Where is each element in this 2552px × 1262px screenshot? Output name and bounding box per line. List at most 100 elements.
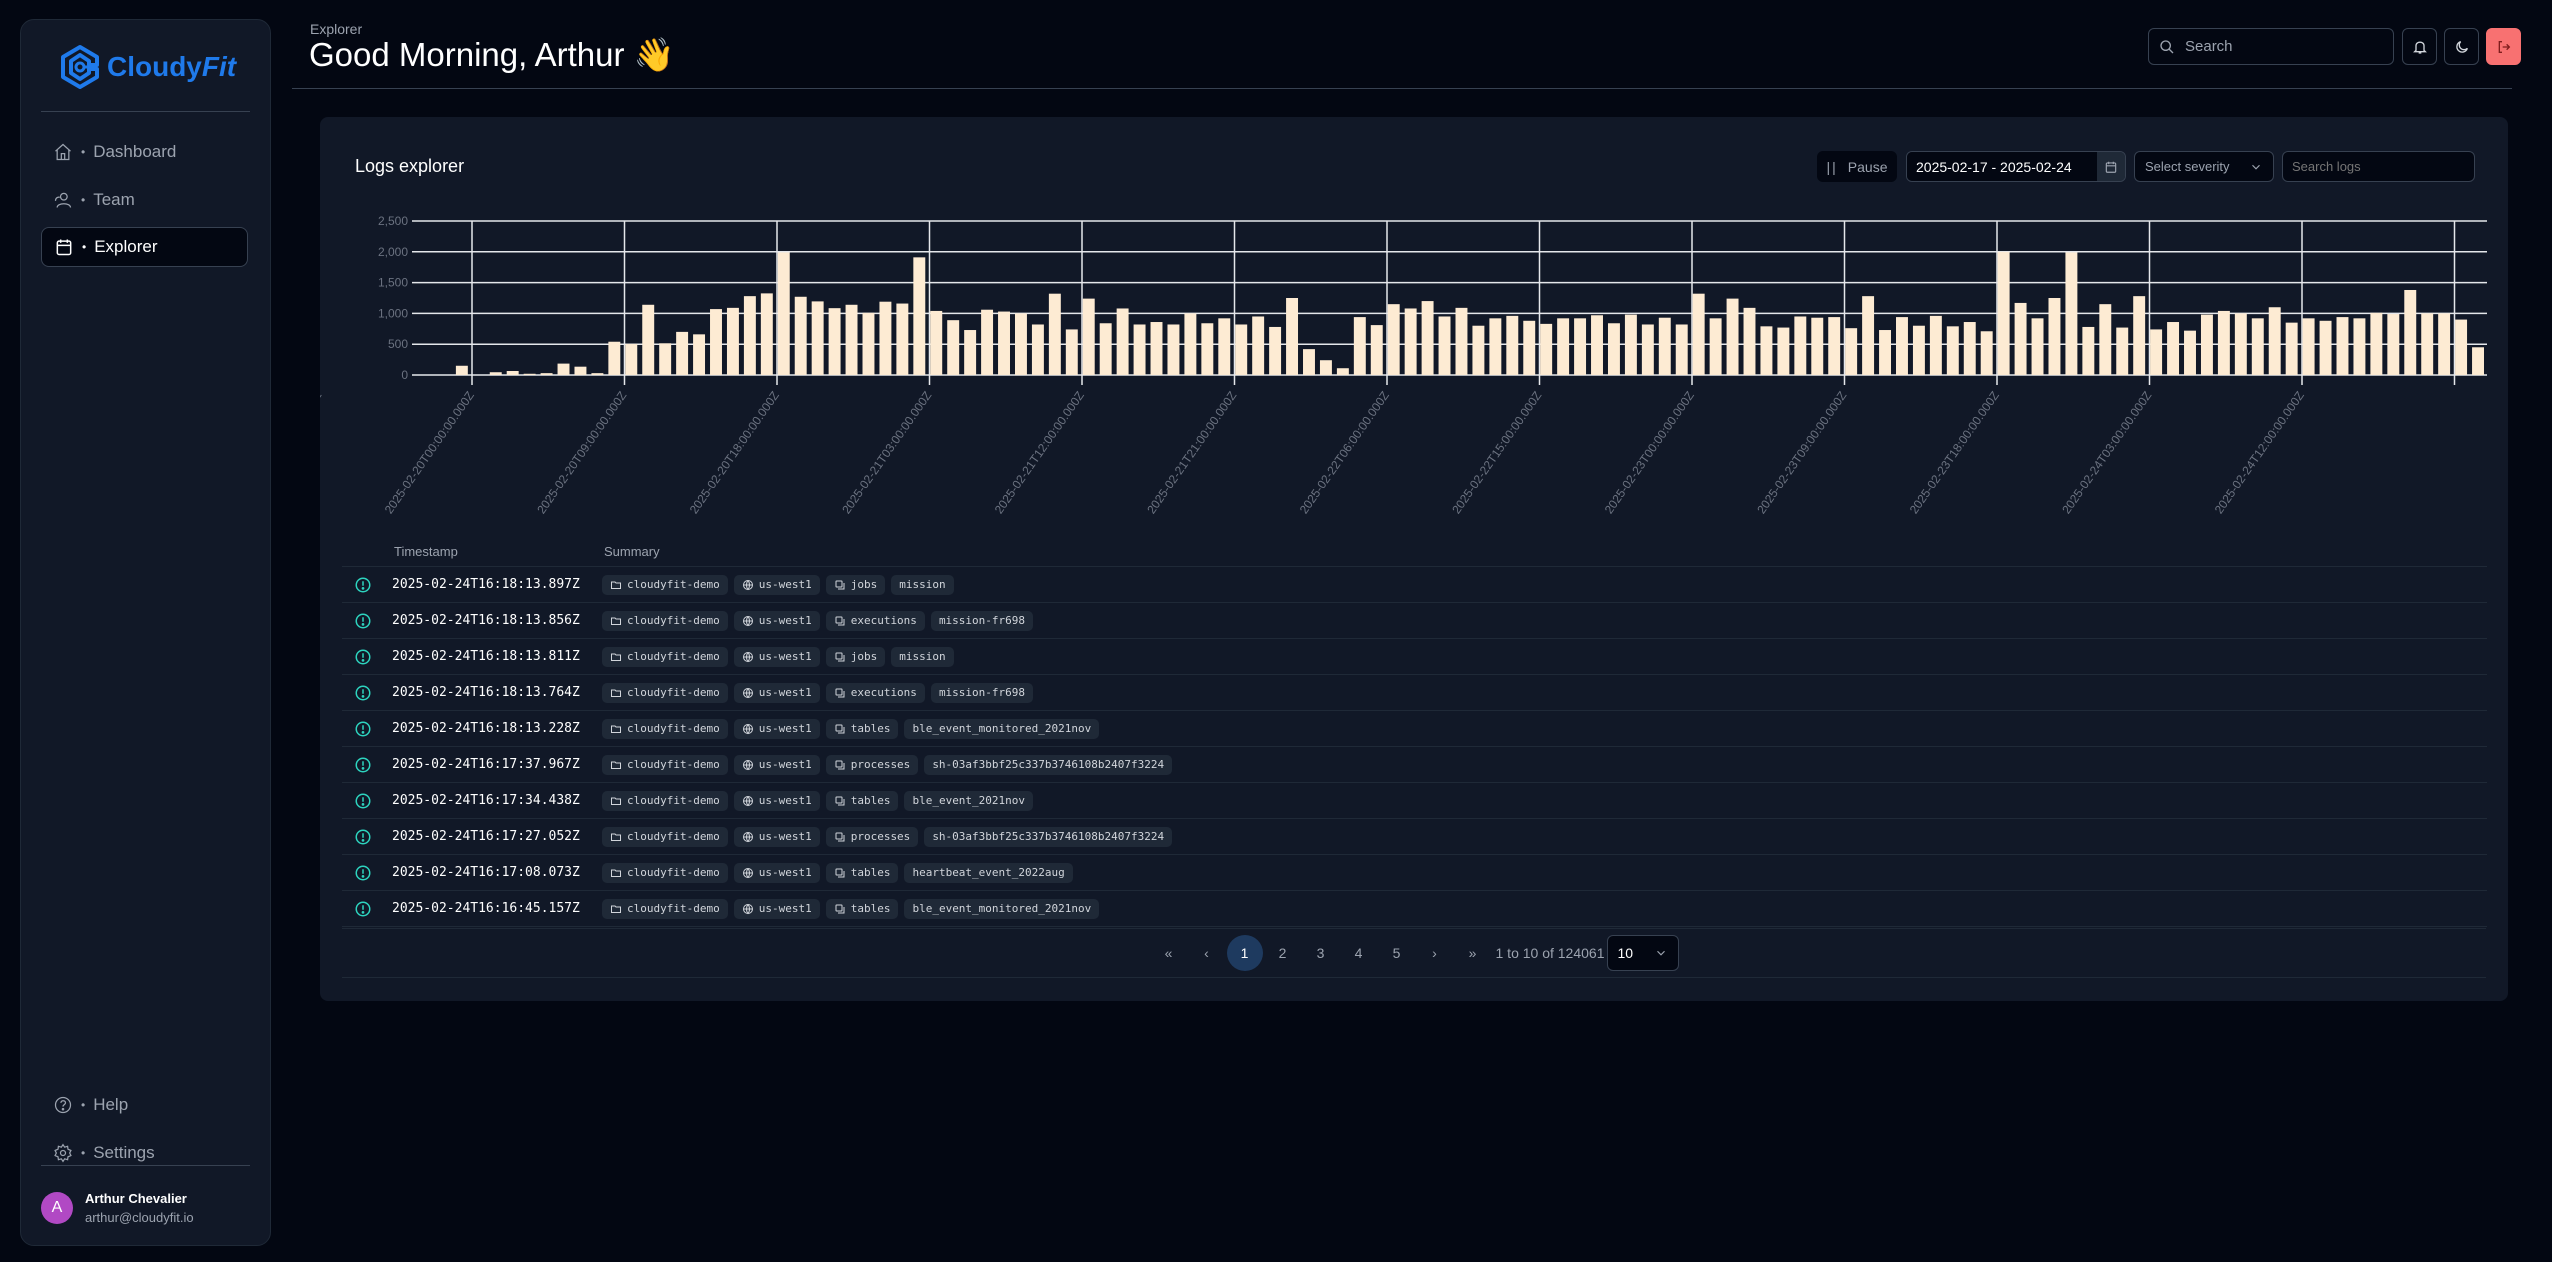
logo[interactable]: CloudyFit	[59, 44, 236, 90]
type-tag[interactable]: tables	[825, 790, 899, 811]
region-tag[interactable]: us-west1	[733, 754, 820, 775]
histogram-bar	[710, 309, 722, 375]
tag-label: us-west1	[758, 614, 812, 627]
x-tick-label: 2025-02-23T18:00:00.000Z	[1907, 389, 2002, 517]
project-tag[interactable]: cloudyfit-demo	[602, 574, 728, 595]
project-tag[interactable]: cloudyfit-demo	[602, 718, 728, 739]
table-row[interactable]: 2025-02-24T16:17:27.052Z cloudyfit-demo us…	[342, 819, 2487, 855]
table-row[interactable]: 2025-02-24T16:17:34.438Z cloudyfit-demo us…	[342, 783, 2487, 819]
histogram-bar	[947, 320, 960, 375]
region-tag[interactable]: us-west1	[733, 826, 820, 847]
table-row[interactable]: 2025-02-24T16:18:13.811Z cloudyfit-demo us…	[342, 639, 2487, 675]
histogram-bar	[1218, 318, 1231, 375]
type-tag[interactable]: jobs	[825, 646, 886, 667]
first-page-button[interactable]: «	[1151, 935, 1187, 971]
last-page-button[interactable]: »	[1455, 935, 1491, 971]
type-tag[interactable]: executions	[825, 682, 925, 703]
type-tag[interactable]: jobs	[825, 574, 886, 595]
globe-icon	[742, 723, 753, 734]
table-row[interactable]: 2025-02-24T16:16:45.157Z cloudyfit-demo us…	[342, 891, 2487, 927]
page-button-3[interactable]: 3	[1303, 935, 1339, 971]
table-row[interactable]: 2025-02-24T16:18:13.897Z cloudyfit-demo us…	[342, 567, 2487, 603]
type-tag[interactable]: tables	[825, 862, 899, 883]
column-header-summary[interactable]: Summary	[604, 544, 660, 559]
notifications-button[interactable]	[2402, 28, 2437, 65]
page-button-2[interactable]: 2	[1265, 935, 1301, 971]
resource-name-tag[interactable]: ble_event_monitored_2021nov	[904, 718, 1100, 739]
resource-name-tag[interactable]: heartbeat_event_2022aug	[904, 862, 1073, 883]
result-count: 1 to 10 of 124061	[1495, 945, 1605, 961]
project-tag[interactable]: cloudyfit-demo	[602, 790, 728, 811]
type-tag[interactable]: tables	[825, 718, 899, 739]
page-size-select[interactable]: 10	[1606, 935, 1679, 971]
project-tag[interactable]: cloudyfit-demo	[602, 610, 728, 631]
x-tick-label: 2025-02-20T09:00:00.000Z	[534, 389, 629, 517]
prev-page-button[interactable]: ‹	[1189, 935, 1225, 971]
sidebar-item-team[interactable]: • Team	[41, 180, 248, 220]
tag-label: jobs	[850, 650, 878, 663]
region-tag[interactable]: us-west1	[733, 682, 820, 703]
histogram-bar	[1014, 313, 1027, 375]
histogram-bar	[523, 373, 536, 375]
resource-name-tag[interactable]: mission-fr698	[930, 610, 1034, 631]
region-tag[interactable]: us-west1	[733, 610, 820, 631]
logo-text: CloudyFit	[107, 51, 236, 83]
logs-explorer-card: Logs explorer || Pause 2025-02-17 - 2025…	[320, 117, 2508, 1001]
sidebar-item-settings[interactable]: • Settings	[41, 1133, 248, 1173]
histogram-bar	[913, 257, 926, 375]
project-tag[interactable]: cloudyfit-demo	[602, 826, 728, 847]
resource-name-tag[interactable]: mission	[891, 574, 954, 595]
histogram-bar	[1438, 316, 1451, 375]
sidebar-item-dashboard[interactable]: • Dashboard	[41, 132, 248, 172]
column-header-timestamp[interactable]: Timestamp	[394, 544, 604, 559]
resource-name-tag[interactable]: mission	[891, 646, 954, 667]
resource-name-tag[interactable]: sh-03af3bbf25c337b3746108b2407f3224	[924, 826, 1173, 847]
type-tag[interactable]: executions	[825, 610, 925, 631]
page-button-1[interactable]: 1	[1226, 935, 1263, 971]
page-button-5[interactable]: 5	[1379, 935, 1415, 971]
project-tag[interactable]: cloudyfit-demo	[602, 682, 728, 703]
sidebar-item-explorer[interactable]: • Explorer	[41, 227, 248, 267]
user-profile[interactable]: A Arthur Chevalier arthur@cloudyfit.io	[41, 1191, 194, 1225]
table-row[interactable]: 2025-02-24T16:18:13.228Z cloudyfit-demo us…	[342, 711, 2487, 747]
table-row[interactable]: 2025-02-24T16:17:37.967Z cloudyfit-demo us…	[342, 747, 2487, 783]
histogram-bar	[1404, 308, 1417, 375]
histogram-bar	[828, 308, 841, 375]
table-row[interactable]: 2025-02-24T16:18:13.764Z cloudyfit-demo us…	[342, 675, 2487, 711]
type-tag[interactable]: processes	[825, 754, 919, 775]
region-tag[interactable]: us-west1	[733, 718, 820, 739]
table-row[interactable]: 2025-02-24T16:18:13.856Z cloudyfit-demo us…	[342, 603, 2487, 639]
type-tag[interactable]: tables	[825, 898, 899, 919]
tag-label: cloudyfit-demo	[627, 614, 720, 627]
resource-name-tag[interactable]: ble_event_2021nov	[904, 790, 1034, 811]
region-tag[interactable]: us-west1	[733, 898, 820, 919]
project-tag[interactable]: cloudyfit-demo	[602, 646, 728, 667]
global-search-input[interactable]: Search	[2148, 28, 2394, 65]
folder-icon	[611, 725, 621, 733]
project-tag[interactable]: cloudyfit-demo	[602, 862, 728, 883]
sidebar-item-help[interactable]: • Help	[41, 1085, 248, 1125]
theme-toggle-button[interactable]	[2444, 28, 2479, 65]
tag-label: us-west1	[758, 686, 812, 699]
histogram-bar	[2099, 304, 2112, 375]
region-tag[interactable]: us-west1	[733, 862, 820, 883]
moon-icon	[2455, 40, 2468, 53]
table-row[interactable]: 2025-02-24T16:17:08.073Z cloudyfit-demo us…	[342, 855, 2487, 891]
region-tag[interactable]: us-west1	[733, 574, 820, 595]
region-tag[interactable]: us-west1	[733, 790, 820, 811]
logout-button[interactable]	[2486, 28, 2521, 65]
next-page-button[interactable]: ›	[1417, 935, 1453, 971]
tag-label: tables	[850, 902, 891, 915]
resource-name-tag[interactable]: ble_event_monitored_2021nov	[904, 898, 1100, 919]
x-tick-label: 2025-02-22T06:00:00.000Z	[1297, 389, 1392, 517]
resource-name-tag[interactable]: mission-fr698	[930, 682, 1034, 703]
page-button-4[interactable]: 4	[1341, 935, 1377, 971]
resource-name-tag[interactable]: sh-03af3bbf25c337b3746108b2407f3224	[924, 754, 1173, 775]
project-tag[interactable]: cloudyfit-demo	[602, 898, 728, 919]
histogram-bar	[642, 304, 655, 375]
severity-info-icon	[355, 793, 371, 808]
region-tag[interactable]: us-west1	[733, 646, 820, 667]
type-tag[interactable]: processes	[825, 826, 919, 847]
histogram-bar	[1319, 360, 1332, 375]
project-tag[interactable]: cloudyfit-demo	[602, 754, 728, 775]
